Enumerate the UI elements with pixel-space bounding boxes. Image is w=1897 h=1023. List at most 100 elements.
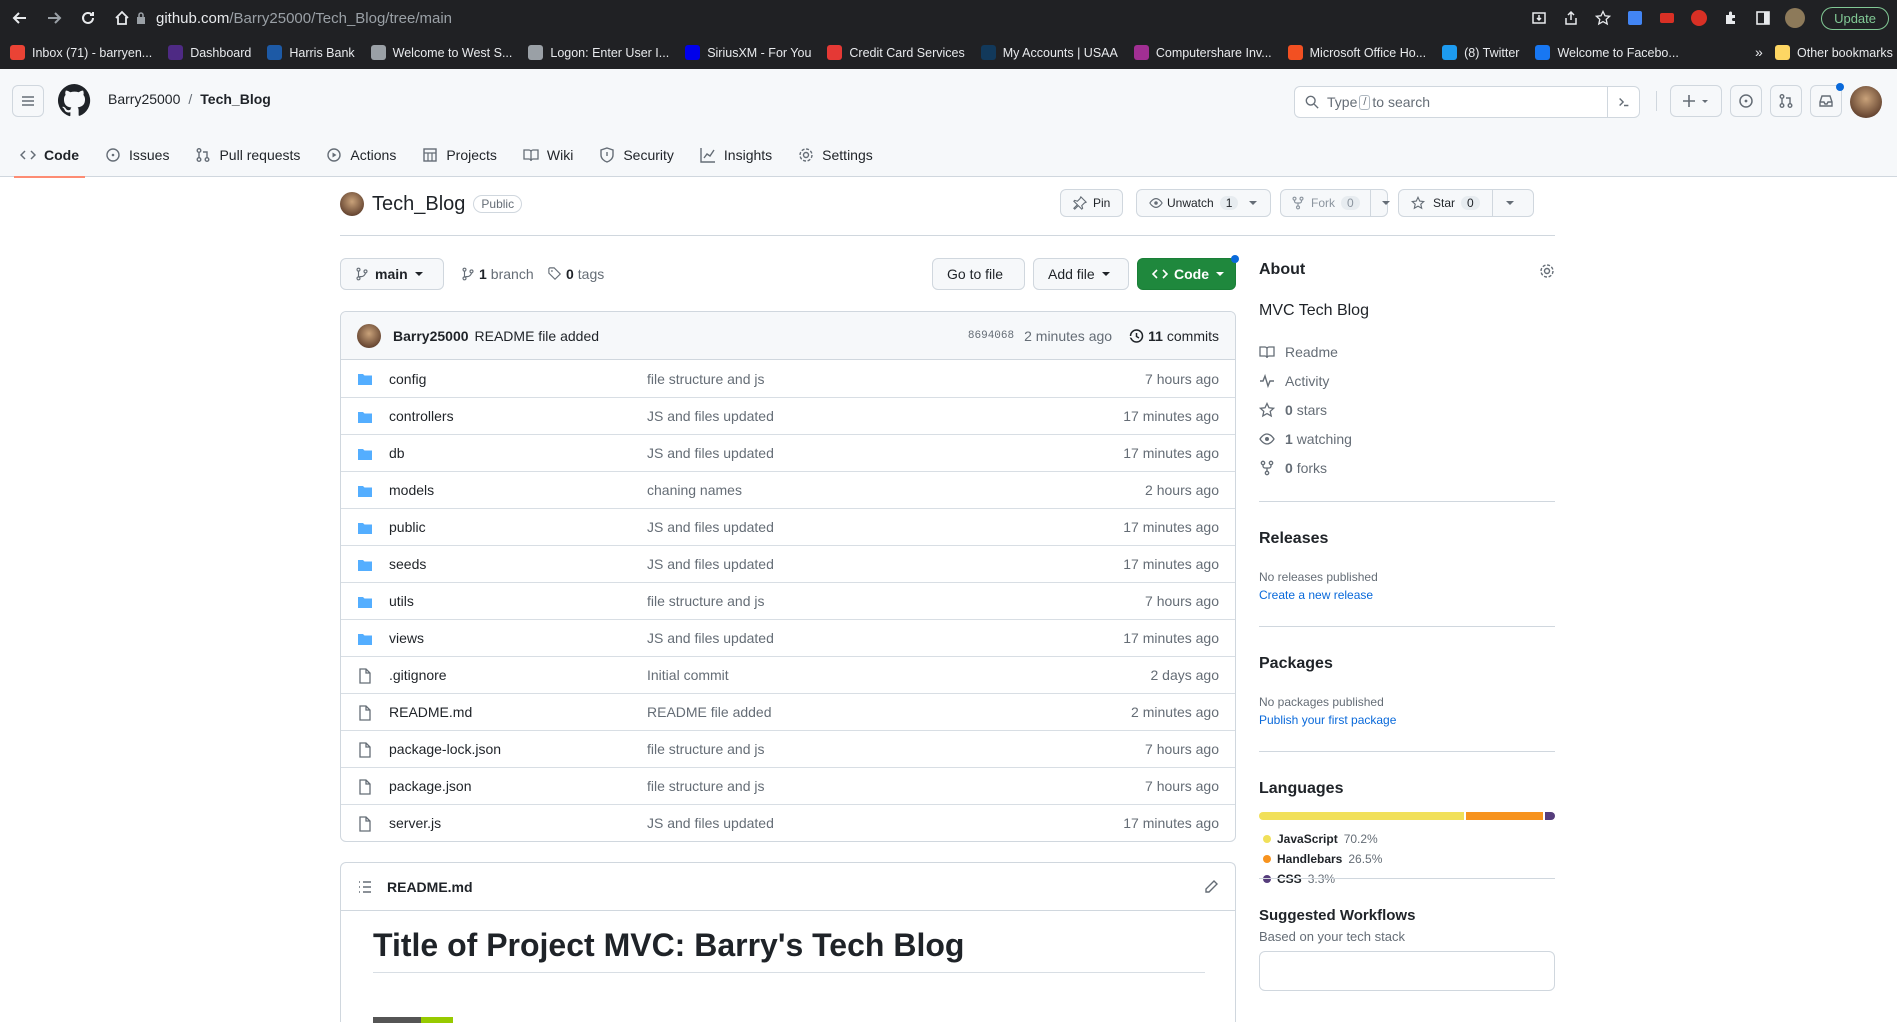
file-commit-message-link[interactable]: JS and files updated: [647, 519, 774, 535]
tab-wiki[interactable]: Wiki: [513, 133, 583, 177]
bookmark-item[interactable]: Welcome to West S...: [370, 45, 512, 60]
reload-icon[interactable]: [74, 4, 102, 32]
star-dropdown-icon[interactable]: [1505, 198, 1515, 208]
file-row[interactable]: .gitignore Initial commit 2 days ago: [341, 656, 1235, 693]
activity-link[interactable]: Activity: [1259, 366, 1555, 395]
workflow-card[interactable]: [1259, 951, 1555, 991]
tab-settings[interactable]: Settings: [788, 133, 883, 177]
file-commit-message-link[interactable]: JS and files updated: [647, 445, 774, 461]
fork-dropdown-icon[interactable]: [1381, 198, 1391, 208]
commit-author-link[interactable]: Barry25000: [393, 328, 469, 344]
watchers-link[interactable]: 1 watching: [1259, 424, 1555, 453]
file-name-link[interactable]: seeds: [389, 556, 426, 572]
code-button[interactable]: Code: [1137, 255, 1239, 290]
publish-package-link[interactable]: Publish your first package: [1259, 713, 1396, 727]
install-icon[interactable]: [1529, 8, 1549, 28]
forks-link[interactable]: 0 forks: [1259, 453, 1555, 482]
file-name-link[interactable]: package.json: [389, 778, 472, 794]
releases-heading[interactable]: Releases: [1259, 530, 1328, 548]
packages-heading[interactable]: Packages: [1259, 655, 1333, 673]
pull-requests-icon[interactable]: [1770, 85, 1802, 117]
tab-code[interactable]: Code: [10, 133, 89, 178]
file-name-link[interactable]: public: [389, 519, 426, 535]
file-name-link[interactable]: utils: [389, 593, 414, 609]
file-commit-message-link[interactable]: file structure and js: [647, 778, 765, 794]
repo-link[interactable]: Tech_Blog: [200, 91, 271, 107]
file-name-link[interactable]: controllers: [389, 408, 454, 424]
file-row[interactable]: controllers JS and files updated 17 minute…: [341, 397, 1235, 434]
file-row[interactable]: README.md README file added 2 minutes ago: [341, 693, 1235, 730]
file-row[interactable]: views JS and files updated 17 minutes ago: [341, 619, 1235, 656]
tab-insights[interactable]: Insights: [690, 133, 782, 177]
back-icon[interactable]: [6, 4, 34, 32]
file-row[interactable]: config file structure and js 7 hours ago: [341, 360, 1235, 397]
bookmark-item[interactable]: Dashboard: [168, 45, 251, 60]
bookmarks-overflow-button[interactable]: »: [1755, 44, 1763, 60]
file-commit-message-link[interactable]: JS and files updated: [647, 408, 774, 424]
commits-history-link[interactable]: 11 commits: [1128, 328, 1219, 344]
file-commit-message-link[interactable]: Initial commit: [647, 667, 729, 683]
user-avatar[interactable]: [1850, 86, 1882, 118]
file-row[interactable]: public JS and files updated 17 minutes ago: [341, 508, 1235, 545]
commit-message-link[interactable]: README file added: [475, 328, 600, 344]
file-row[interactable]: db JS and files updated 17 minutes ago: [341, 434, 1235, 471]
extension-badge-icon[interactable]: [1657, 8, 1677, 28]
file-row[interactable]: utils file structure and js 7 hours ago: [341, 582, 1235, 619]
tab-actions[interactable]: Actions: [316, 133, 406, 177]
tags-link[interactable]: 0 tags: [548, 266, 604, 282]
language-item[interactable]: Handlebars 26.5%: [1263, 852, 1423, 866]
bookmark-item[interactable]: Harris Bank: [267, 45, 355, 60]
tab-pull-requests[interactable]: Pull requests: [185, 133, 310, 177]
other-bookmarks[interactable]: Other bookmarks: [1775, 45, 1893, 60]
file-row[interactable]: seeds JS and files updated 17 minutes ago: [341, 545, 1235, 582]
bookmark-item[interactable]: Welcome to Facebo...: [1535, 45, 1679, 60]
file-name-link[interactable]: models: [389, 482, 434, 498]
branch-select-button[interactable]: main: [340, 258, 444, 290]
update-button[interactable]: Update: [1821, 6, 1889, 30]
menu-icon[interactable]: [12, 85, 44, 117]
file-name-link[interactable]: server.js: [389, 815, 441, 831]
bookmark-item[interactable]: SiriusXM - For You: [685, 45, 811, 60]
file-row[interactable]: models chaning names 2 hours ago: [341, 471, 1235, 508]
bookmark-item[interactable]: (8) Twitter: [1442, 45, 1519, 60]
gear-icon[interactable]: [1539, 263, 1555, 279]
bookmark-item[interactable]: Logon: Enter User I...: [528, 45, 669, 60]
bookmark-item[interactable]: Microsoft Office Ho...: [1287, 45, 1426, 60]
file-row[interactable]: server.js JS and files updated 17 minutes …: [341, 804, 1235, 841]
file-name-link[interactable]: README.md: [389, 704, 472, 720]
search-input[interactable]: Type / to search: [1294, 86, 1640, 118]
pin-button[interactable]: Pin: [1060, 189, 1124, 217]
file-commit-message-link[interactable]: chaning names: [647, 482, 742, 498]
download-extension-icon[interactable]: [1625, 8, 1645, 28]
address-bar[interactable]: github.com/Barry25000/Tech_Blog/tree/mai…: [136, 3, 1536, 33]
bookmark-item[interactable]: Inbox (71) - barryen...: [10, 45, 152, 60]
tab-issues[interactable]: Issues: [95, 133, 179, 177]
github-logo-icon[interactable]: [58, 84, 91, 117]
extension-red-icon[interactable]: [1689, 8, 1709, 28]
tab-security[interactable]: Security: [589, 133, 684, 177]
file-name-link[interactable]: package-lock.json: [389, 741, 501, 757]
file-commit-message-link[interactable]: JS and files updated: [647, 630, 774, 646]
home-icon[interactable]: [108, 4, 136, 32]
outline-icon[interactable]: [357, 879, 373, 895]
inbox-icon[interactable]: [1810, 83, 1844, 117]
edit-pencil-icon[interactable]: [1203, 879, 1219, 895]
stars-link[interactable]: 0 stars: [1259, 395, 1555, 424]
commit-sha-link[interactable]: 8694068: [968, 330, 1014, 342]
file-commit-message-link[interactable]: file structure and js: [647, 741, 765, 757]
readme-filename-link[interactable]: README.md: [387, 879, 473, 895]
file-row[interactable]: package-lock.json file structure and js 7 …: [341, 730, 1235, 767]
file-name-link[interactable]: .gitignore: [389, 667, 447, 683]
repo-name-link[interactable]: Tech_Blog: [372, 193, 465, 216]
file-row[interactable]: package.json file structure and js 7 hours…: [341, 767, 1235, 804]
file-commit-message-link[interactable]: JS and files updated: [647, 815, 774, 831]
forward-icon[interactable]: [40, 4, 68, 32]
create-new-button[interactable]: [1670, 85, 1722, 117]
create-release-link[interactable]: Create a new release: [1259, 588, 1373, 602]
fork-button[interactable]: Fork 0: [1281, 190, 1371, 216]
file-name-link[interactable]: config: [389, 371, 426, 387]
issues-icon[interactable]: [1730, 85, 1762, 117]
readme-link[interactable]: Readme: [1259, 337, 1555, 366]
owner-link[interactable]: Barry25000: [108, 91, 180, 107]
unwatch-button[interactable]: Unwatch 1: [1136, 189, 1271, 217]
